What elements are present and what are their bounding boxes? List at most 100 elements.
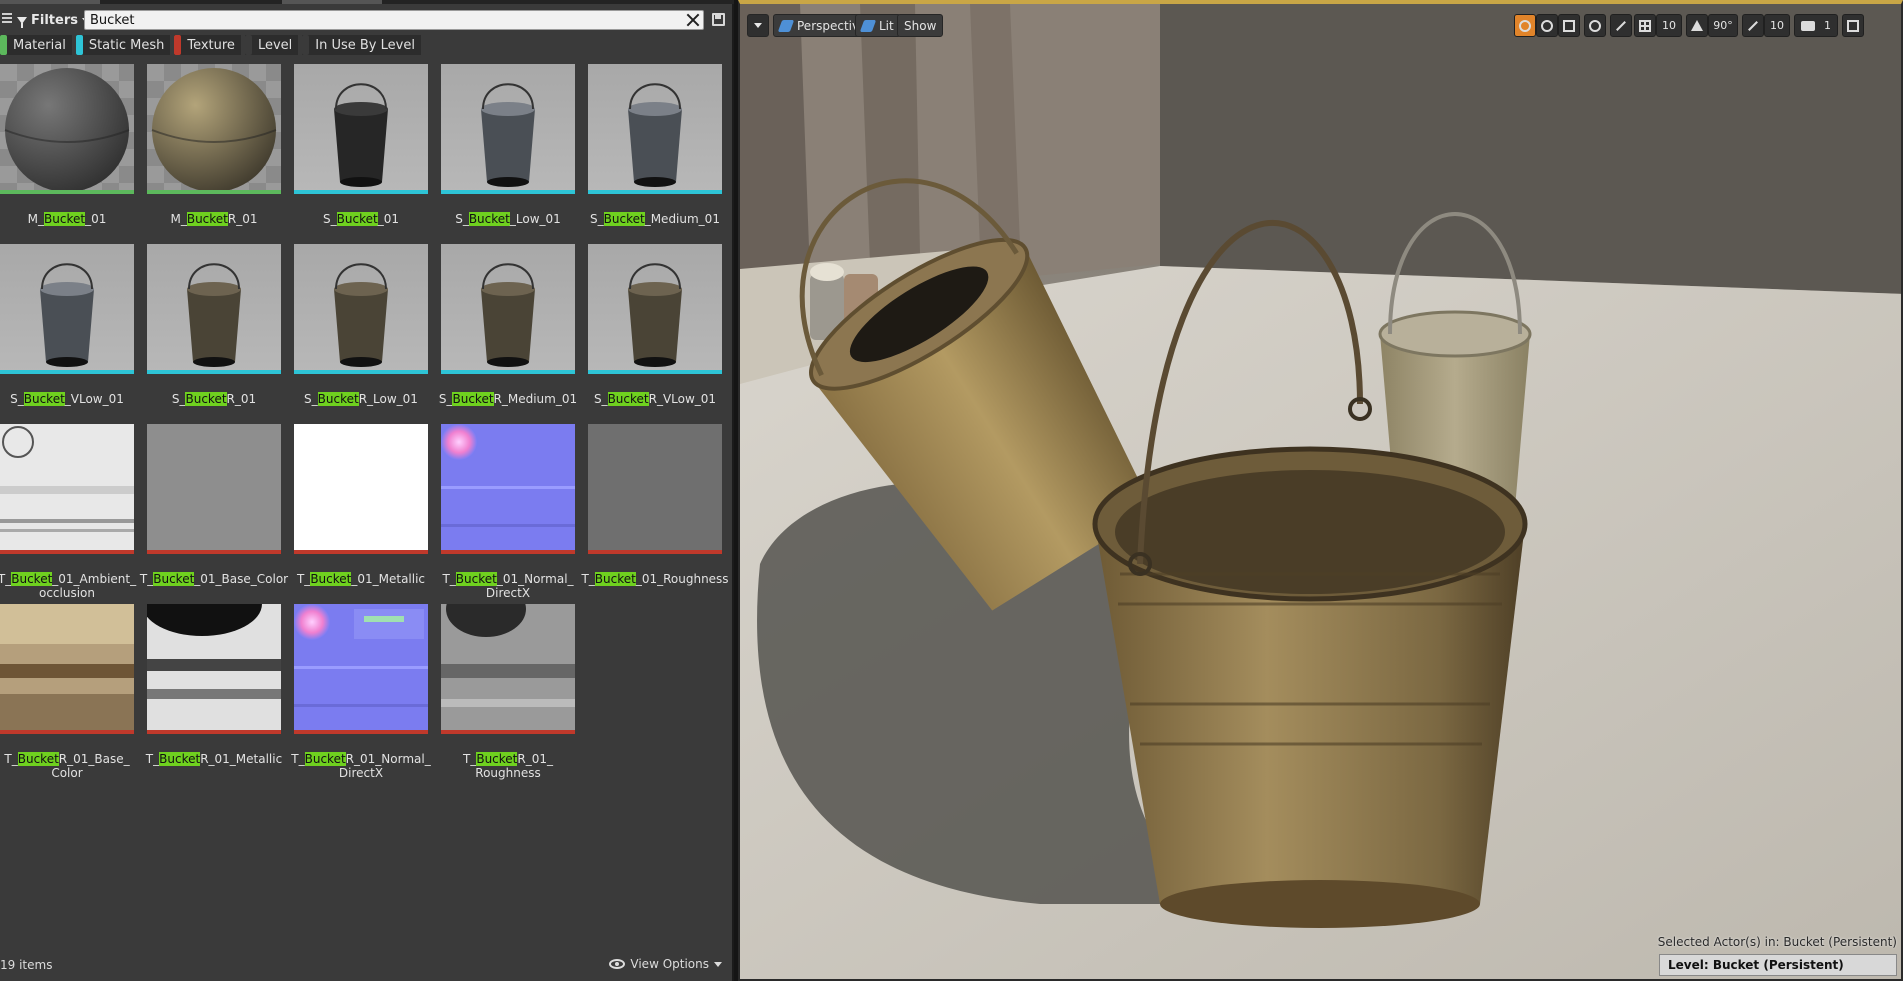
filters-button[interactable]: Filters (17, 10, 90, 30)
rotation-snap-toggle[interactable] (1686, 14, 1708, 37)
asset-tile[interactable]: S_Bucket_Low_01 (441, 64, 575, 234)
asset-tile[interactable]: T_BucketR_01_Normal_ DirectX (291, 604, 431, 780)
lit-button[interactable]: Lit (855, 14, 901, 37)
viewport-options-button[interactable] (747, 14, 769, 37)
thumbnail-image (0, 604, 134, 734)
rotate-tool[interactable] (1536, 14, 1558, 37)
asset-thumbnail[interactable] (441, 64, 575, 194)
translate-tool[interactable] (1514, 14, 1536, 37)
grid-snap-toggle[interactable] (1634, 14, 1656, 37)
asset-name-part: R_Medium_01 (493, 392, 578, 406)
asset-thumbnail[interactable] (294, 64, 428, 194)
search-match-highlight: Bucket (317, 392, 359, 406)
perspective-icon (777, 19, 795, 32)
filter-chip[interactable]: Material (0, 35, 72, 55)
show-label: Show (904, 18, 937, 33)
asset-tile[interactable]: T_Bucket_01_Ambient_ occlusion (0, 424, 136, 600)
asset-tile[interactable]: T_Bucket_01_Metallic (294, 424, 428, 594)
asset-thumbnail[interactable] (588, 424, 722, 554)
asset-tile[interactable]: M_BucketR_01 (147, 64, 281, 234)
asset-name-part: _01_Base_Color (194, 572, 289, 586)
asset-thumbnail[interactable] (0, 604, 134, 734)
asset-thumbnail[interactable] (0, 424, 134, 554)
asset-tile[interactable]: M_Bucket_01 (0, 64, 134, 234)
scene-render[interactable] (740, 4, 1903, 981)
filter-chip[interactable]: Level (244, 35, 299, 55)
asset-name-part: R_Low_01 (358, 392, 418, 406)
level-viewport[interactable]: Perspective Lit Show 10 90° 10 1 Selecte… (738, 0, 1903, 981)
selected-actors-text: Selected Actor(s) in: Bucket (Persistent… (1657, 935, 1897, 949)
thumbnail-image (628, 83, 682, 187)
asset-thumbnail[interactable] (441, 604, 575, 734)
filter-icon (17, 16, 27, 28)
camera-speed-button[interactable]: 1 (1794, 14, 1838, 37)
asset-name-part: S_ (10, 392, 24, 406)
save-search-icon[interactable] (712, 13, 725, 26)
asset-type-color-bar (441, 190, 575, 194)
asset-thumbnail[interactable] (588, 244, 722, 374)
asset-tile[interactable]: S_Bucket_01 (294, 64, 428, 234)
asset-name: S_BucketR_Low_01 (286, 392, 436, 406)
asset-tile[interactable]: T_BucketR_01_Metallic (146, 604, 283, 774)
show-button[interactable]: Show (897, 14, 944, 37)
filter-chip[interactable]: In Use By Level (302, 35, 421, 55)
asset-name-part: R_01 (227, 212, 258, 226)
asset-name-part: S_ (590, 212, 604, 226)
bucket-rim (1378, 310, 1532, 358)
asset-name-part: T_ (4, 752, 18, 766)
asset-name: T_BucketR_01_ Roughness (433, 752, 583, 780)
asset-tile[interactable]: S_BucketR_VLow_01 (588, 244, 722, 414)
asset-thumbnail[interactable] (147, 424, 281, 554)
asset-tile[interactable]: S_Bucket_VLow_01 (0, 244, 134, 414)
view-options-button[interactable]: View Options (609, 957, 722, 971)
thumbnail-image (294, 424, 428, 554)
grid-icon (1639, 19, 1651, 32)
filter-chip[interactable]: Static Mesh (75, 35, 171, 55)
search-match-highlight: Bucket (607, 392, 649, 406)
asset-thumbnail[interactable] (441, 424, 575, 554)
tab-stub[interactable] (282, 0, 382, 4)
scale-snap-toggle[interactable] (1742, 14, 1764, 37)
rotation-snap-value[interactable]: 90° (1708, 14, 1738, 37)
asset-tile[interactable]: T_Bucket_01_Normal_ DirectX (441, 424, 575, 600)
asset-thumbnail[interactable] (294, 604, 428, 734)
asset-tile[interactable]: T_BucketR_01_ Roughness (441, 604, 575, 780)
asset-type-color-bar (588, 550, 722, 554)
asset-tile[interactable]: T_Bucket_01_Roughness (581, 424, 729, 594)
grid-snap-value[interactable]: 10 (1656, 14, 1682, 37)
thumbnail-image (187, 263, 241, 367)
pillar (740, 4, 810, 294)
asset-thumbnail[interactable] (441, 244, 575, 374)
tab-stub[interactable] (0, 0, 100, 4)
asset-thumbnail[interactable] (147, 244, 281, 374)
world-local-toggle[interactable] (1584, 14, 1606, 37)
asset-thumbnail[interactable] (588, 64, 722, 194)
surface-snap-toggle[interactable] (1610, 14, 1632, 37)
asset-name-part: _Medium_01 (644, 212, 720, 226)
scale-tool[interactable] (1558, 14, 1580, 37)
close-icon[interactable] (684, 11, 702, 29)
asset-thumbnail[interactable] (294, 244, 428, 374)
asset-tile[interactable]: S_BucketR_Medium_01 (439, 244, 578, 414)
asset-name: T_Bucket_01_Metallic (286, 572, 436, 586)
asset-thumbnail[interactable] (294, 424, 428, 554)
asset-thumbnail[interactable] (0, 64, 134, 194)
scale-snap-value[interactable]: 10 (1764, 14, 1790, 37)
maximize-viewport-button[interactable] (1842, 14, 1864, 37)
search-match-highlight: Bucket (11, 572, 53, 586)
asset-thumbnail[interactable] (0, 244, 134, 374)
asset-thumbnail[interactable] (147, 64, 281, 194)
thumbnail-image (0, 424, 134, 554)
asset-tile[interactable]: S_BucketR_01 (147, 244, 281, 414)
asset-thumbnail[interactable] (147, 604, 281, 734)
asset-tile[interactable]: S_Bucket_Medium_01 (588, 64, 722, 234)
asset-tile[interactable]: T_Bucket_01_Base_Color (140, 424, 288, 594)
search-input[interactable] (84, 10, 704, 30)
menu-icon[interactable] (2, 13, 12, 25)
asset-tile[interactable]: T_BucketR_01_Base_ Color (0, 604, 134, 780)
asset-tile[interactable]: S_BucketR_Low_01 (294, 244, 428, 414)
asset-name-part: S_ (304, 392, 318, 406)
asset-name-part: R_01_Metallic (200, 752, 283, 766)
filter-chip[interactable]: Texture (174, 35, 241, 55)
chip-color-swatch (174, 35, 182, 55)
